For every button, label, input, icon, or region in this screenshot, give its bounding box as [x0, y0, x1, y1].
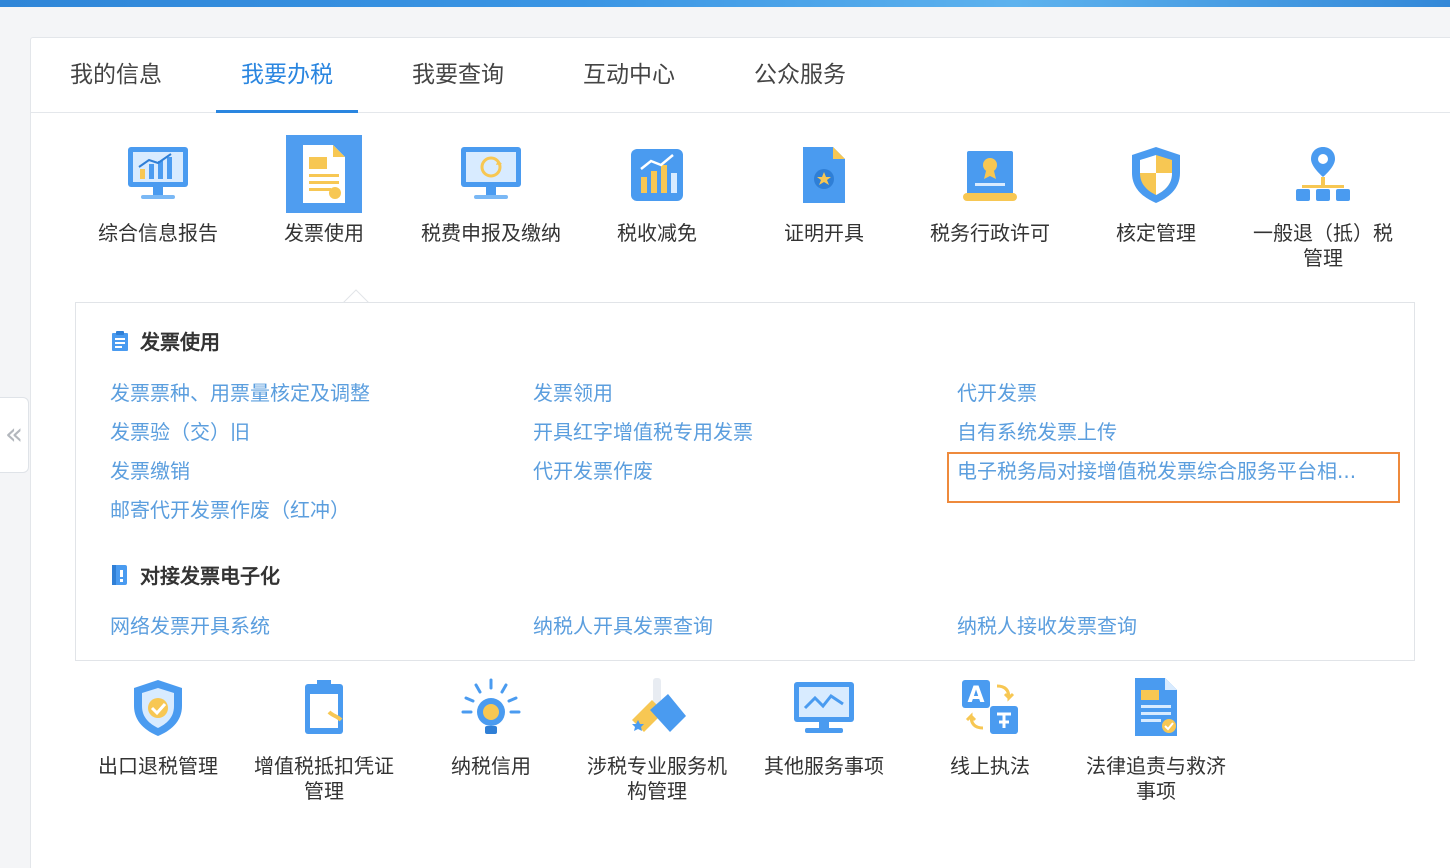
service-other-matters[interactable]: 其他服务事项	[741, 668, 907, 779]
service-label: 证明开具	[784, 221, 864, 245]
svg-text:A: A	[967, 683, 984, 708]
service-label-line: 管理	[304, 779, 344, 803]
sidebar-collapse-handle[interactable]: «	[0, 397, 29, 473]
service-label: 涉税专业服务机 构管理	[574, 754, 740, 804]
service-label-line: 事项	[1136, 779, 1176, 803]
section-title-text: 对接发票电子化	[140, 564, 280, 588]
popup-pointer	[343, 289, 369, 303]
service-label-line: 一般退（抵）税	[1253, 221, 1393, 245]
license-award-icon	[952, 135, 1028, 213]
service-label-line: 增值税抵扣凭证	[254, 754, 394, 778]
service-label: 其他服务事项	[764, 754, 884, 778]
service-tax-reduction[interactable]: 税收减免	[574, 135, 740, 246]
link-mail-proxy-invoice-void[interactable]: 邮寄代开发票作废（红冲）	[110, 498, 350, 522]
service-administrative-license[interactable]: 税务行政许可	[907, 135, 1073, 246]
service-vat-voucher-management[interactable]: 增值税抵扣凭证 管理	[241, 668, 407, 804]
double-chevron-left-icon: «	[4, 417, 24, 452]
service-label: 发票使用	[284, 221, 364, 245]
link-invoice-collection[interactable]: 发票领用	[533, 381, 613, 405]
monitor-chart-icon	[120, 135, 196, 213]
service-certificate-issuance[interactable]: 证明开具	[741, 135, 907, 246]
service-label: 纳税信用	[451, 754, 531, 778]
link-invoice-cancellation[interactable]: 发票缴销	[110, 459, 190, 483]
monitor-refresh-icon	[453, 135, 529, 213]
tab-bar: 我的信息 我要办税 我要查询 互动中心 公众服务	[31, 38, 1450, 113]
location-network-icon	[1285, 135, 1361, 213]
translate-icon: A	[952, 668, 1028, 746]
service-label-line: 法律追责与救济	[1086, 754, 1226, 778]
service-label: 一般退（抵）税 管理	[1240, 221, 1406, 271]
link-red-vat-special-invoice[interactable]: 开具红字增值税专用发票	[533, 420, 753, 444]
link-invoice-verify-old[interactable]: 发票验（交）旧	[110, 420, 250, 444]
service-label: 法律追责与救济 事项	[1073, 754, 1239, 804]
lightbulb-icon	[453, 668, 529, 746]
bar-chart-icon	[619, 135, 695, 213]
service-tax-credit[interactable]: 纳税信用	[408, 668, 574, 779]
top-banner-strip	[0, 0, 1450, 7]
service-label-line: 管理	[1303, 246, 1343, 270]
service-export-refund[interactable]: 出口退税管理	[75, 668, 241, 779]
link-online-invoice-system[interactable]: 网络发票开具系统	[110, 614, 270, 638]
legal-document-icon	[1118, 668, 1194, 746]
voucher-document-icon	[286, 668, 362, 746]
tab-query[interactable]: 我要查询	[395, 38, 521, 113]
tab-tax-handling[interactable]: 我要办税	[216, 38, 358, 113]
service-label: 综合信息报告	[98, 221, 218, 245]
service-label: 增值税抵扣凭证 管理	[241, 754, 407, 804]
link-etax-vat-platform[interactable]: 电子税务局对接增值税发票综合服务平台相...	[957, 459, 1356, 483]
service-label: 税收减免	[617, 221, 697, 245]
service-comprehensive-report[interactable]: 综合信息报告	[75, 135, 241, 246]
service-legal-remedy[interactable]: 法律追责与救济 事项	[1073, 668, 1239, 804]
tab-public-service[interactable]: 公众服务	[737, 38, 863, 113]
link-proxy-invoice[interactable]: 代开发票	[957, 381, 1037, 405]
certificate-document-icon	[786, 135, 862, 213]
service-label: 税费申报及缴纳	[421, 221, 561, 245]
section-title-e-invoice: 对接发票电子化	[110, 560, 280, 589]
service-label: 核定管理	[1116, 221, 1196, 245]
service-label: 线上执法	[950, 754, 1030, 778]
service-label-line: 构管理	[627, 779, 687, 803]
link-own-system-invoice-upload[interactable]: 自有系统发票上传	[957, 420, 1117, 444]
link-invoice-type-approval[interactable]: 发票票种、用票量核定及调整	[110, 381, 370, 405]
service-professional-agency-management[interactable]: 涉税专业服务机 构管理	[574, 668, 740, 804]
invoice-document-icon	[286, 135, 362, 213]
service-tax-declaration-payment[interactable]: 税费申报及缴纳	[408, 135, 574, 246]
shield-check-icon	[120, 668, 196, 746]
tab-interaction-center[interactable]: 互动中心	[566, 38, 692, 113]
service-assessment-management[interactable]: 核定管理	[1073, 135, 1239, 246]
service-general-refund-management[interactable]: 一般退（抵）税 管理	[1240, 135, 1406, 271]
service-online-enforcement[interactable]: A 线上执法	[907, 668, 1073, 779]
service-label: 出口退税管理	[98, 754, 218, 778]
tab-my-info[interactable]: 我的信息	[53, 38, 179, 113]
book-icon	[110, 564, 130, 586]
section-title-invoice-use: 发票使用	[110, 326, 220, 355]
tools-icon	[619, 668, 695, 746]
link-proxy-invoice-void[interactable]: 代开发票作废	[533, 459, 653, 483]
shield-icon	[1118, 135, 1194, 213]
clipboard-icon	[110, 330, 130, 352]
service-invoice-use[interactable]: 发票使用	[241, 135, 407, 246]
link-taxpayer-received-invoice-query[interactable]: 纳税人接收发票查询	[957, 614, 1137, 638]
monitor-line-icon	[786, 668, 862, 746]
service-label: 税务行政许可	[930, 221, 1050, 245]
link-taxpayer-issued-invoice-query[interactable]: 纳税人开具发票查询	[533, 614, 713, 638]
service-label-line: 涉税专业服务机	[587, 754, 727, 778]
section-title-text: 发票使用	[140, 330, 220, 354]
